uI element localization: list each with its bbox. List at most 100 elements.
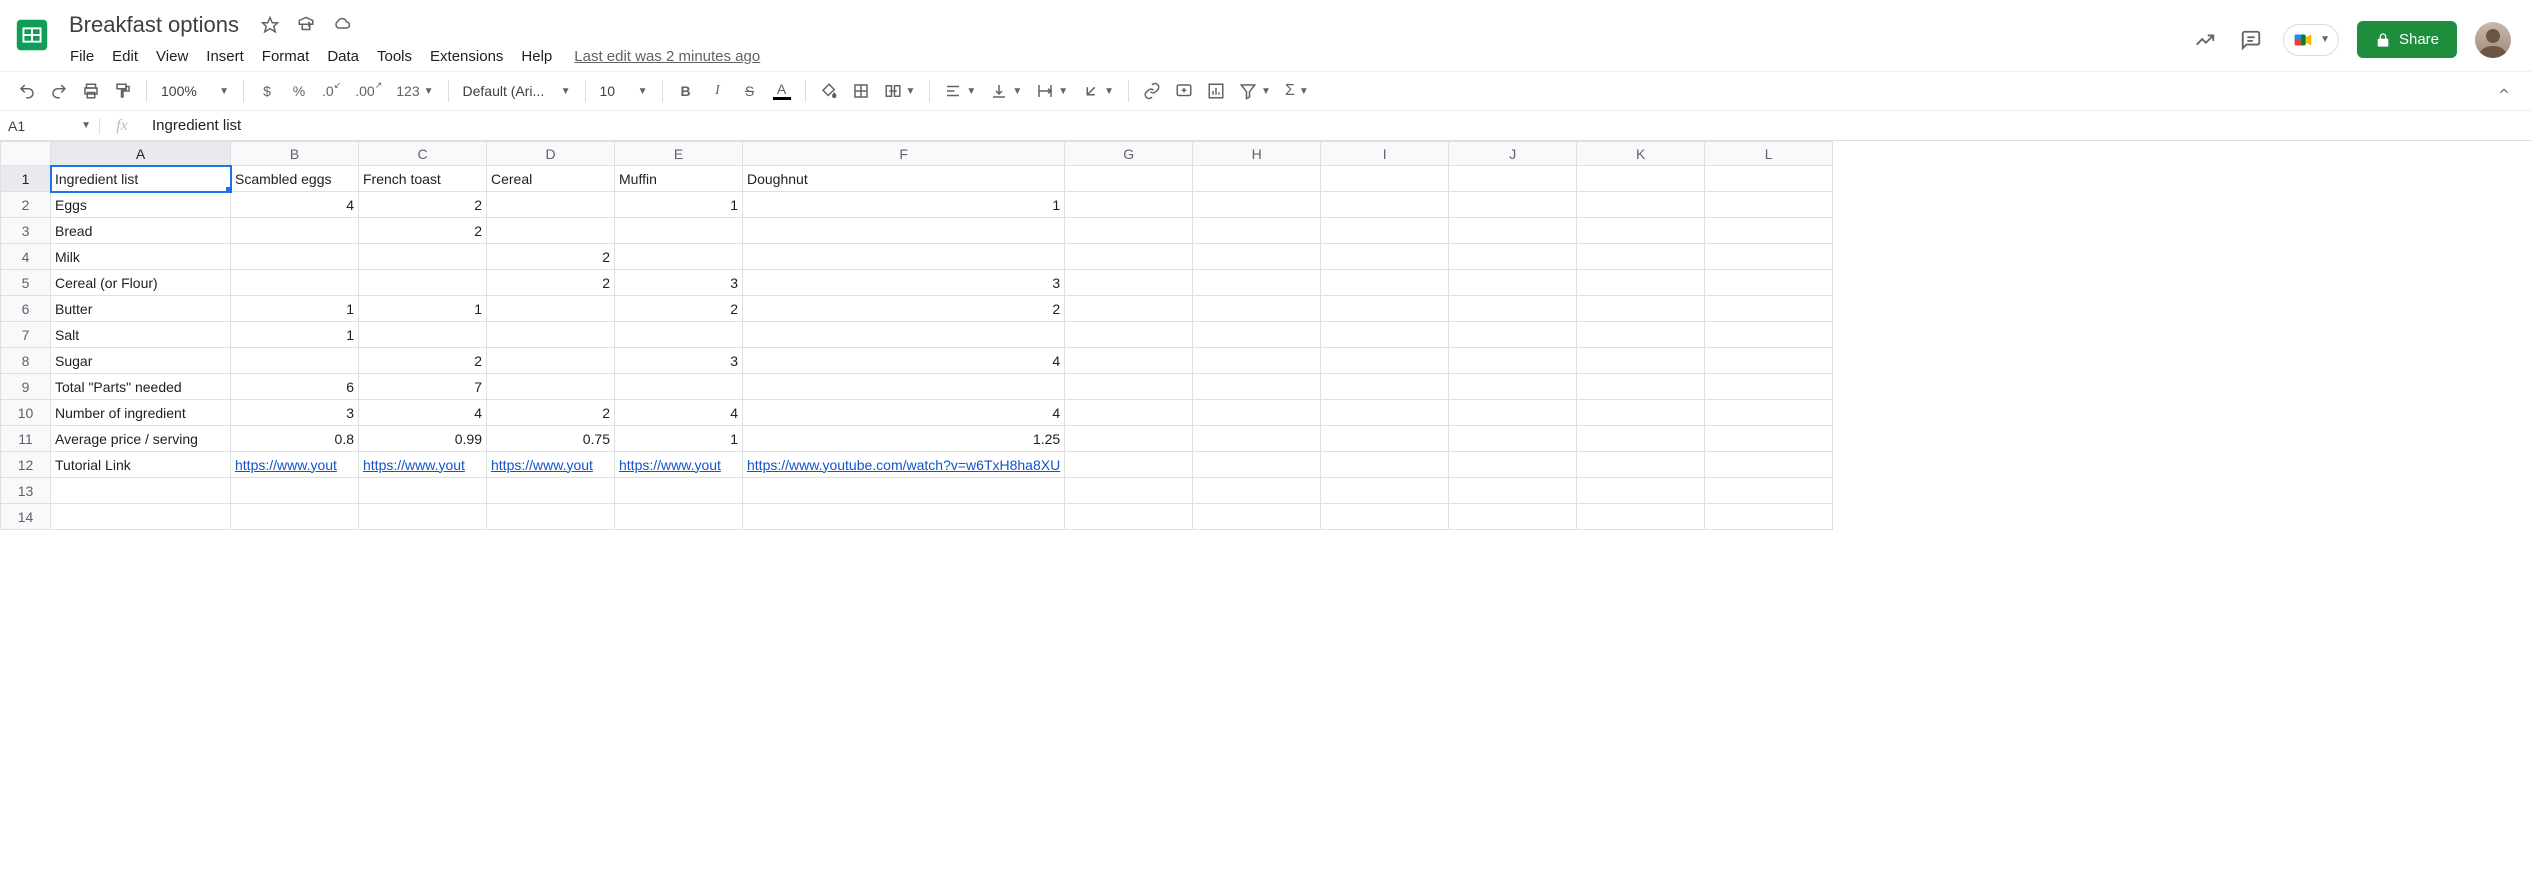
row-header-9[interactable]: 9 <box>1 374 51 400</box>
cell-A11[interactable]: Average price / serving <box>51 426 231 452</box>
cell-E6[interactable]: 2 <box>615 296 743 322</box>
cell-L1[interactable] <box>1705 166 1833 192</box>
cell-L8[interactable] <box>1705 348 1833 374</box>
paint-format-button[interactable] <box>108 76 138 106</box>
cell-I7[interactable] <box>1321 322 1449 348</box>
menu-data[interactable]: Data <box>319 44 367 69</box>
cell-I1[interactable] <box>1321 166 1449 192</box>
cell-L2[interactable] <box>1705 192 1833 218</box>
increase-decimal-button[interactable]: .00↗ <box>349 76 388 106</box>
cell-C2[interactable]: 2 <box>359 192 487 218</box>
row-header-12[interactable]: 12 <box>1 452 51 478</box>
insert-comment-button[interactable] <box>1169 76 1199 106</box>
col-header-K[interactable]: K <box>1577 142 1705 166</box>
cell-K12[interactable] <box>1577 452 1705 478</box>
cell-L6[interactable] <box>1705 296 1833 322</box>
cell-K3[interactable] <box>1577 218 1705 244</box>
row-header-7[interactable]: 7 <box>1 322 51 348</box>
row-header-3[interactable]: 3 <box>1 218 51 244</box>
cell-L12[interactable] <box>1705 452 1833 478</box>
cell-K13[interactable] <box>1577 478 1705 504</box>
row-header-11[interactable]: 11 <box>1 426 51 452</box>
cell-C12[interactable]: https://www.yout <box>359 452 487 478</box>
row-header-6[interactable]: 6 <box>1 296 51 322</box>
cell-F7[interactable] <box>743 322 1065 348</box>
cell-H11[interactable] <box>1193 426 1321 452</box>
name-box[interactable]: A1 ▼ <box>0 118 100 134</box>
decrease-decimal-button[interactable]: .0↙ <box>316 76 347 106</box>
menu-extensions[interactable]: Extensions <box>422 44 511 69</box>
cell-C4[interactable] <box>359 244 487 270</box>
select-all-corner[interactable] <box>1 142 51 166</box>
cell-J5[interactable] <box>1449 270 1577 296</box>
cell-J14[interactable] <box>1449 504 1577 530</box>
cell-A5[interactable]: Cereal (or Flour) <box>51 270 231 296</box>
cell-E5[interactable]: 3 <box>615 270 743 296</box>
cell-E11[interactable]: 1 <box>615 426 743 452</box>
col-header-L[interactable]: L <box>1705 142 1833 166</box>
text-wrap-button[interactable]: ▼ <box>1030 76 1074 106</box>
cell-E2[interactable]: 1 <box>615 192 743 218</box>
comments-icon[interactable] <box>2237 26 2265 54</box>
cell-I14[interactable] <box>1321 504 1449 530</box>
cell-E1[interactable]: Muffin <box>615 166 743 192</box>
insert-chart-button[interactable] <box>1201 76 1231 106</box>
cell-C11[interactable]: 0.99 <box>359 426 487 452</box>
cell-B12[interactable]: https://www.yout <box>231 452 359 478</box>
row-header-4[interactable]: 4 <box>1 244 51 270</box>
redo-button[interactable] <box>44 76 74 106</box>
cell-C9[interactable]: 7 <box>359 374 487 400</box>
cell-K14[interactable] <box>1577 504 1705 530</box>
zoom-select[interactable]: 100%▼ <box>155 76 235 106</box>
cell-F10[interactable]: 4 <box>743 400 1065 426</box>
cell-I6[interactable] <box>1321 296 1449 322</box>
cell-I2[interactable] <box>1321 192 1449 218</box>
spreadsheet-grid[interactable]: A B C D E F G H I J K L 1 Ingredient lis… <box>0 141 1833 530</box>
cell-K4[interactable] <box>1577 244 1705 270</box>
cell-D7[interactable] <box>487 322 615 348</box>
cell-H6[interactable] <box>1193 296 1321 322</box>
cell-I11[interactable] <box>1321 426 1449 452</box>
row-header-14[interactable]: 14 <box>1 504 51 530</box>
cell-C14[interactable] <box>359 504 487 530</box>
format-percent-button[interactable]: % <box>284 76 314 106</box>
cell-L3[interactable] <box>1705 218 1833 244</box>
account-avatar[interactable] <box>2475 22 2511 58</box>
move-icon[interactable] <box>294 13 318 37</box>
cell-F14[interactable] <box>743 504 1065 530</box>
cell-G3[interactable] <box>1065 218 1193 244</box>
activity-icon[interactable] <box>2191 26 2219 54</box>
cell-E10[interactable]: 4 <box>615 400 743 426</box>
cell-I8[interactable] <box>1321 348 1449 374</box>
fill-color-button[interactable] <box>814 76 844 106</box>
cell-J1[interactable] <box>1449 166 1577 192</box>
cell-I13[interactable] <box>1321 478 1449 504</box>
row-header-2[interactable]: 2 <box>1 192 51 218</box>
cell-A7[interactable]: Salt <box>51 322 231 348</box>
menu-format[interactable]: Format <box>254 44 318 69</box>
cell-B9[interactable]: 6 <box>231 374 359 400</box>
col-header-H[interactable]: H <box>1193 142 1321 166</box>
borders-button[interactable] <box>846 76 876 106</box>
col-header-A[interactable]: A <box>51 142 231 166</box>
cell-A14[interactable] <box>51 504 231 530</box>
menu-edit[interactable]: Edit <box>104 44 146 69</box>
col-header-E[interactable]: E <box>615 142 743 166</box>
text-color-button[interactable]: A <box>767 76 797 106</box>
cell-D3[interactable] <box>487 218 615 244</box>
text-rotation-button[interactable]: ▼ <box>1076 76 1120 106</box>
cell-A8[interactable]: Sugar <box>51 348 231 374</box>
cell-K8[interactable] <box>1577 348 1705 374</box>
cell-H12[interactable] <box>1193 452 1321 478</box>
insert-link-button[interactable] <box>1137 76 1167 106</box>
link[interactable]: https://www.yout <box>491 457 593 473</box>
link[interactable]: https://www.yout <box>235 457 337 473</box>
cell-D12[interactable]: https://www.yout <box>487 452 615 478</box>
link[interactable]: https://www.youtube.com/watch?v=w6TxH8ha… <box>747 457 1060 473</box>
cell-G2[interactable] <box>1065 192 1193 218</box>
cell-A9[interactable]: Total "Parts" needed <box>51 374 231 400</box>
horizontal-align-button[interactable]: ▼ <box>938 76 982 106</box>
cell-I3[interactable] <box>1321 218 1449 244</box>
cell-D13[interactable] <box>487 478 615 504</box>
cell-J6[interactable] <box>1449 296 1577 322</box>
